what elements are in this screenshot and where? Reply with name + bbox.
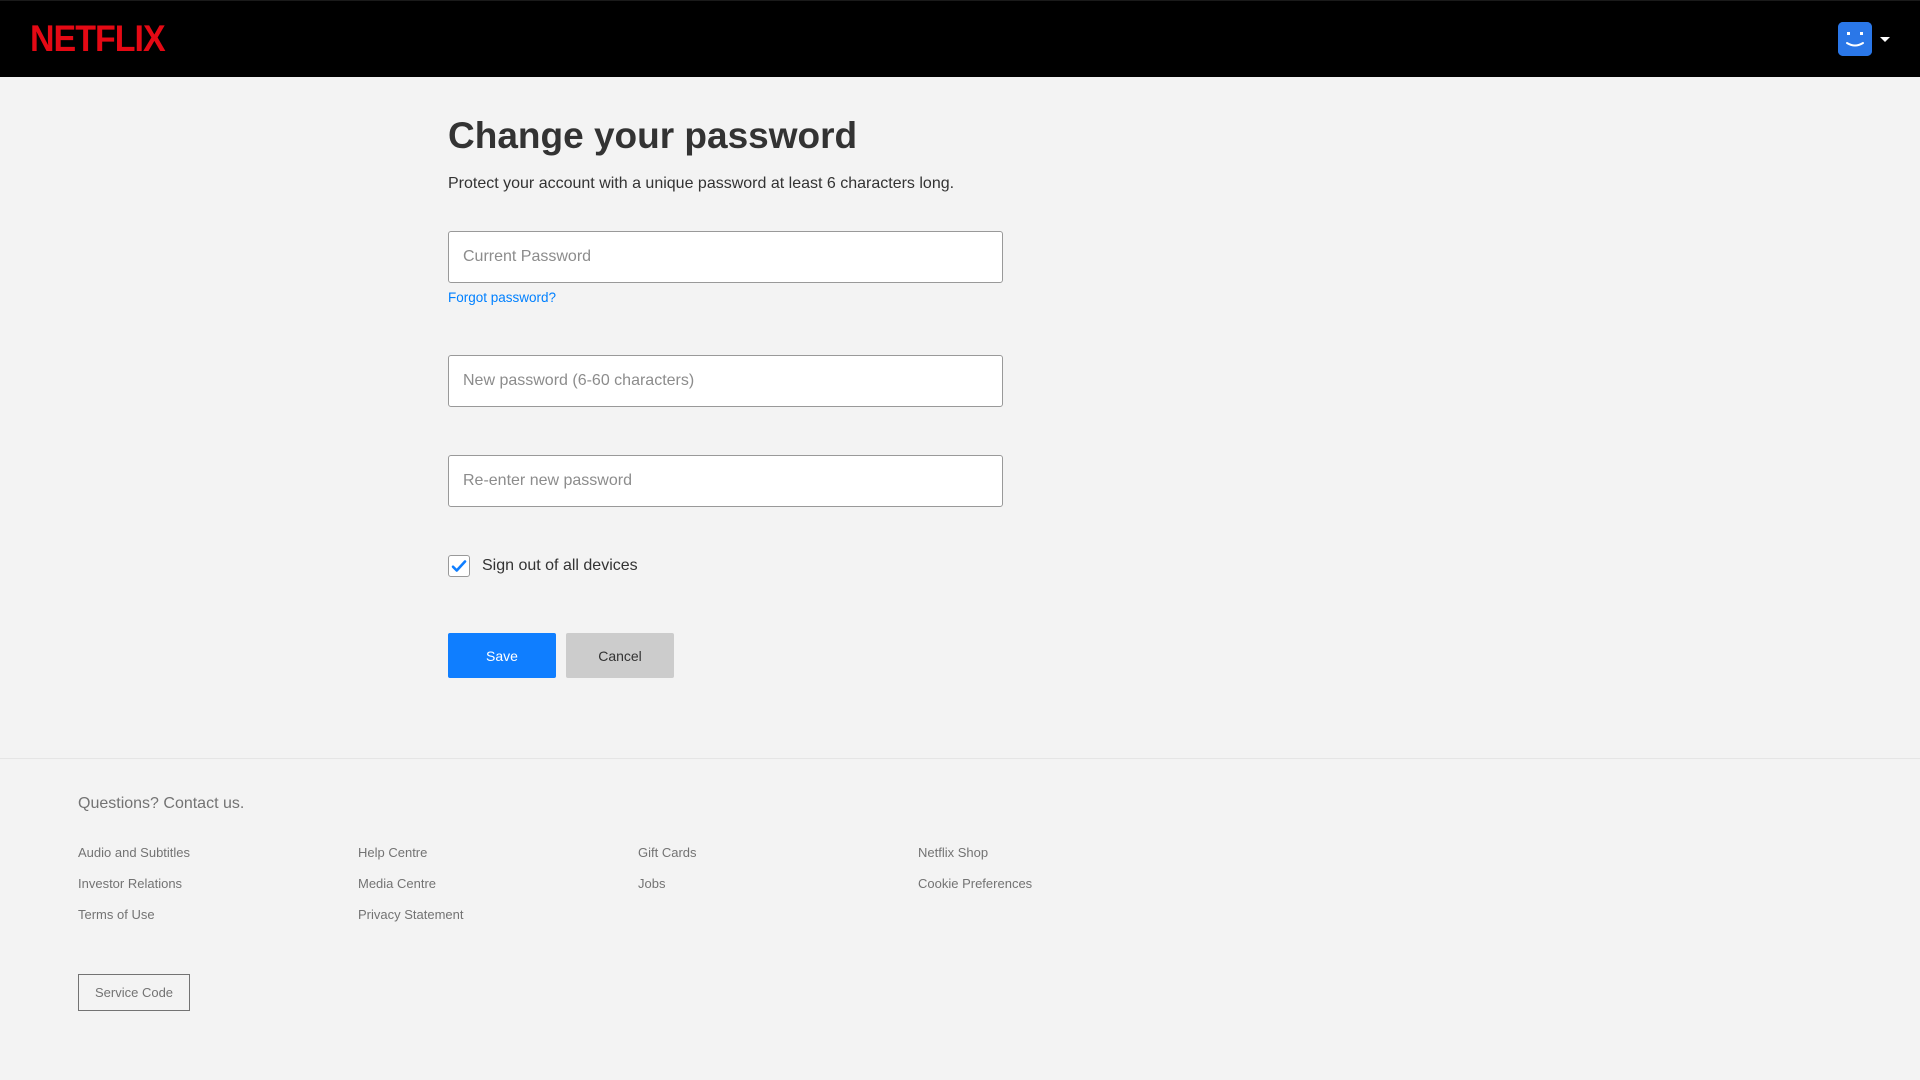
footer-link-gift-cards[interactable]: Gift Cards [638,845,898,860]
button-row: Save Cancel [448,633,1003,678]
cancel-button[interactable]: Cancel [566,633,674,678]
password-form: Change your password Protect your accoun… [448,115,1003,678]
footer-link-investor-relations[interactable]: Investor Relations [78,876,338,891]
avatar [1838,22,1872,56]
service-code-button[interactable]: Service Code [78,974,190,1011]
smiley-face-icon [1838,22,1872,56]
current-password-group: Forgot password? [448,231,1003,307]
checkmark-icon [450,557,468,575]
footer-link-terms[interactable]: Terms of Use [78,907,338,922]
chevron-down-icon [1880,37,1890,42]
save-button[interactable]: Save [448,633,556,678]
page-subtitle: Protect your account with a unique passw… [448,175,1003,193]
main-content: Change your password Protect your accoun… [350,77,1570,758]
footer-link-netflix-shop[interactable]: Netflix Shop [918,845,1178,860]
page-title: Change your password [448,115,1003,157]
footer-link-audio-subtitles[interactable]: Audio and Subtitles [78,845,338,860]
footer-link-media-centre[interactable]: Media Centre [358,876,618,891]
netflix-logo[interactable]: NETFLIX [30,18,165,61]
signout-checkbox-label: Sign out of all devices [482,557,638,575]
new-password-input[interactable] [448,355,1003,407]
signout-checkbox-row: Sign out of all devices [448,555,1003,577]
new-password-group [448,355,1003,407]
footer-link-help-centre[interactable]: Help Centre [358,845,618,860]
current-password-input[interactable] [448,231,1003,283]
signout-checkbox[interactable] [448,555,470,577]
footer-link-cookie-preferences[interactable]: Cookie Preferences [918,876,1178,891]
confirm-password-input[interactable] [448,455,1003,507]
profile-dropdown[interactable] [1838,22,1890,56]
footer: Questions? Contact us. Audio and Subtitl… [0,758,1920,1051]
footer-link-jobs[interactable]: Jobs [638,876,898,891]
app-header: NETFLIX [0,0,1920,77]
confirm-password-group [448,455,1003,507]
forgot-password-link[interactable]: Forgot password? [448,290,556,305]
footer-contact-link[interactable]: Questions? Contact us. [78,795,1842,813]
footer-links-grid: Audio and Subtitles Help Centre Gift Car… [78,845,1178,922]
footer-link-privacy[interactable]: Privacy Statement [358,907,618,922]
